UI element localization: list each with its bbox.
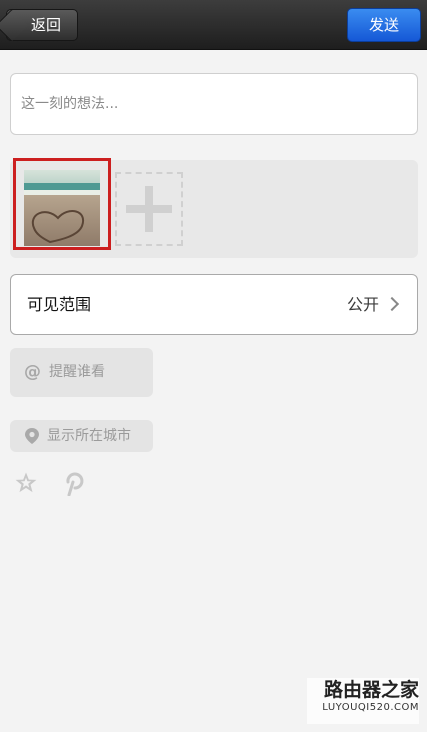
photo-strip xyxy=(10,158,418,258)
watermark-title: 路由器之家 xyxy=(323,679,419,701)
visibility-row[interactable]: 可见范围 公开 xyxy=(10,274,418,335)
mention-label: 提醒谁看 xyxy=(49,364,105,380)
mention-button[interactable]: @ 提醒谁看 xyxy=(10,348,153,397)
thoughts-input[interactable]: 这一刻的想法... xyxy=(10,73,418,135)
add-photo-button[interactable] xyxy=(115,172,183,246)
location-label: 显示所在城市 xyxy=(47,428,131,444)
chevron-right-icon xyxy=(384,296,400,312)
visibility-value: 公开 xyxy=(346,295,379,314)
back-button[interactable]: 返回 xyxy=(6,9,78,41)
visibility-label: 可见范围 xyxy=(27,295,92,314)
back-button-label: 返回 xyxy=(31,16,62,34)
selected-photo-highlight[interactable] xyxy=(13,158,111,250)
photo-thumbnail[interactable] xyxy=(24,170,100,246)
at-icon: @ xyxy=(24,362,41,382)
watermark-url: LUYOUQI520.COM xyxy=(322,702,419,713)
send-button[interactable]: 发送 xyxy=(347,8,421,42)
privacy-icon[interactable] xyxy=(62,470,86,497)
location-button[interactable]: 显示所在城市 xyxy=(10,420,153,452)
location-pin-icon xyxy=(25,428,39,448)
watermark: 路由器之家 LUYOUQI520.COM xyxy=(307,678,419,724)
navigation-bar: 返回 发送 xyxy=(0,0,427,50)
star-icon[interactable] xyxy=(14,471,38,495)
